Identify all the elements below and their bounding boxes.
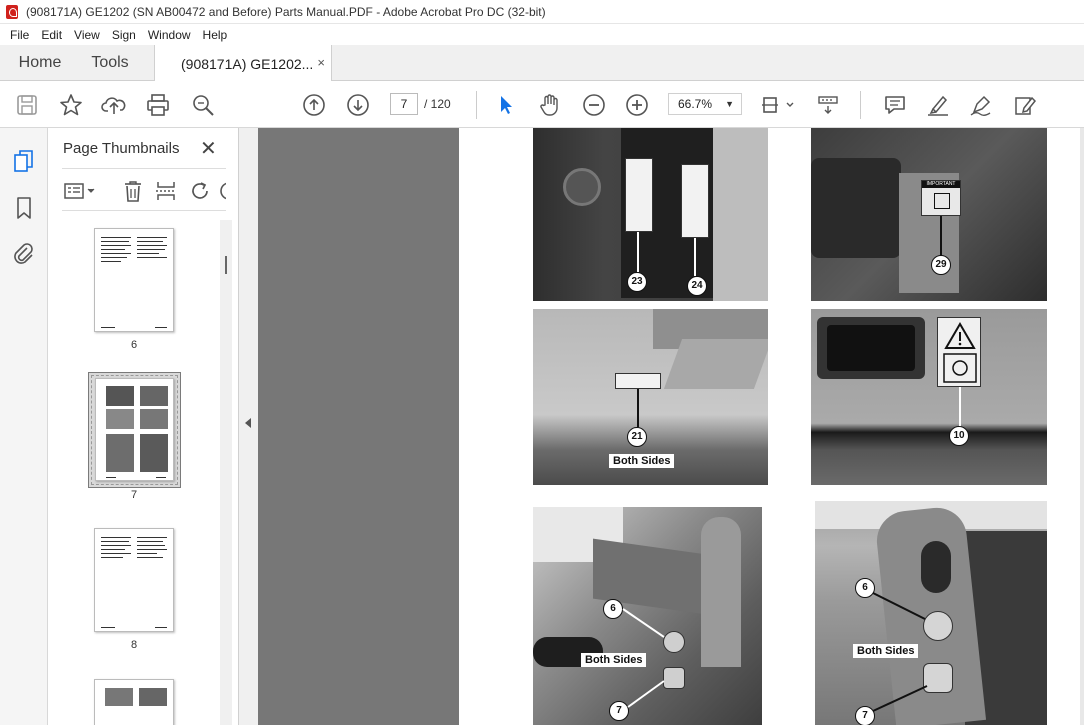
options-menu-icon[interactable] — [62, 178, 100, 204]
photo-decal-29: IMPORTANT 29 — [811, 128, 1047, 301]
menu-file[interactable]: File — [4, 28, 35, 42]
highlight-icon[interactable] — [925, 92, 951, 118]
thumbnail-label: 7 — [130, 489, 138, 501]
window-title: (908171A) GE1202 (SN AB00472 and Before)… — [26, 4, 546, 19]
star-icon[interactable] — [58, 92, 84, 118]
thumbnail-scrollbar[interactable] — [220, 220, 232, 725]
window-edge — [1080, 128, 1084, 725]
tab-tools[interactable]: Tools — [76, 45, 144, 81]
thumbnail-page-6[interactable] — [94, 228, 174, 332]
panel-splitter[interactable] — [238, 128, 258, 725]
search-zoom-icon[interactable] — [190, 92, 216, 118]
photo-decal-21: 21 Both Sides — [533, 309, 768, 485]
zoom-dropdown[interactable]: 66.7% ▼ — [668, 93, 742, 115]
attachment-icon[interactable] — [11, 241, 37, 267]
panel-divider — [62, 210, 226, 211]
warning-triangle-decal — [937, 317, 981, 387]
thumbnail-label: 6 — [130, 339, 138, 351]
panel-title: Page Thumbnails — [63, 140, 180, 157]
chevron-down-icon: ▼ — [725, 99, 734, 109]
page-thumbnails-icon[interactable] — [11, 148, 37, 174]
callout-10: 10 — [949, 426, 969, 446]
callout-21: 21 — [627, 427, 647, 447]
draw-icon[interactable] — [968, 92, 994, 118]
main-toolbar: 7 / 120 66.7% ▼ — [0, 81, 1084, 128]
scroll-mode-icon[interactable] — [815, 92, 841, 118]
leader-lines — [622, 608, 665, 708]
hand-icon[interactable] — [537, 92, 563, 118]
important-decal: IMPORTANT — [921, 180, 961, 216]
thumbnail-label: 8 — [130, 639, 138, 651]
panel-divider — [62, 168, 226, 169]
tab-document[interactable]: (908171A) GE1202... × — [154, 45, 332, 82]
photo-decals-23-24: 23 24 — [533, 128, 768, 301]
save-icon[interactable] — [14, 92, 40, 118]
tab-bar: Home Tools (908171A) GE1202... × — [0, 45, 1084, 82]
toolbar-divider — [860, 91, 861, 119]
pdf-page: 23 24 IMPORTANT 29 21 Both Sides 10 6 Bo… — [459, 128, 1080, 725]
callout-29: 29 — [931, 255, 951, 275]
select-arrow-icon[interactable] — [493, 92, 519, 118]
leader-lines — [872, 592, 928, 712]
menu-sign[interactable]: Sign — [106, 28, 142, 42]
thumbnail-page-9[interactable] — [94, 679, 174, 725]
collapse-panel-icon[interactable] — [245, 418, 251, 428]
delete-icon[interactable] — [120, 178, 146, 204]
photo-decals-6-7-left: 6 Both Sides 7 — [533, 507, 762, 725]
warning-triangle-icon — [943, 322, 977, 383]
callout-23: 23 — [627, 272, 647, 292]
panel-close-icon[interactable]: ✕ — [200, 136, 217, 161]
zoom-value: 66.7% — [678, 97, 713, 111]
comment-icon[interactable] — [882, 92, 908, 118]
tab-home[interactable]: Home — [4, 45, 76, 81]
document-view[interactable]: 23 24 IMPORTANT 29 21 Both Sides 10 6 Bo… — [258, 128, 1080, 725]
insert-page-icon[interactable] — [153, 178, 179, 204]
menu-bar: File Edit View Sign Window Help — [0, 24, 1084, 45]
acrobat-app-icon — [6, 4, 18, 19]
photo-decal-10: 10 — [811, 309, 1047, 485]
decal-21-label — [615, 373, 661, 389]
bookmark-icon[interactable] — [11, 195, 37, 221]
scrollbar-thumb[interactable] — [225, 256, 227, 274]
menu-window[interactable]: Window — [142, 28, 197, 42]
thumbnail-panel: Page Thumbnails ✕ 6 7 8 — [48, 128, 238, 725]
print-icon[interactable] — [145, 92, 171, 118]
zoom-in-icon[interactable] — [624, 92, 650, 118]
toolbar-divider — [476, 91, 477, 119]
tab-document-label: (908171A) GE1202... — [181, 55, 314, 72]
tab-close-icon[interactable]: × — [317, 55, 325, 70]
fill-sign-icon[interactable] — [1012, 92, 1038, 118]
zoom-out-icon[interactable] — [581, 92, 607, 118]
page-total: / 120 — [424, 97, 451, 111]
title-bar: (908171A) GE1202 (SN AB00472 and Before)… — [0, 0, 1084, 24]
left-navigation-rail — [0, 128, 48, 725]
warning-decal — [625, 158, 653, 232]
fit-page-icon[interactable] — [760, 92, 796, 118]
thumbnail-page-8[interactable] — [94, 528, 174, 632]
menu-help[interactable]: Help — [197, 28, 234, 42]
thumbnail-page-7 — [95, 378, 174, 481]
important-decal-text: IMPORTANT — [922, 181, 960, 188]
page-down-icon[interactable] — [345, 92, 371, 118]
page-up-icon[interactable] — [301, 92, 327, 118]
upload-icon[interactable] — [101, 92, 127, 118]
thumbnail-page-7-selected[interactable] — [88, 372, 181, 488]
more-tools-icon[interactable] — [216, 178, 226, 204]
menu-view[interactable]: View — [68, 28, 106, 42]
rotate-icon[interactable] — [187, 178, 213, 204]
both-sides-tag: Both Sides — [609, 454, 675, 468]
callout-24: 24 — [687, 276, 707, 296]
menu-edit[interactable]: Edit — [35, 28, 68, 42]
warning-decal — [681, 164, 709, 238]
photo-decals-6-7-right: 7 6 Both Sides — [815, 501, 1047, 725]
page-number-input[interactable]: 7 — [390, 93, 418, 115]
